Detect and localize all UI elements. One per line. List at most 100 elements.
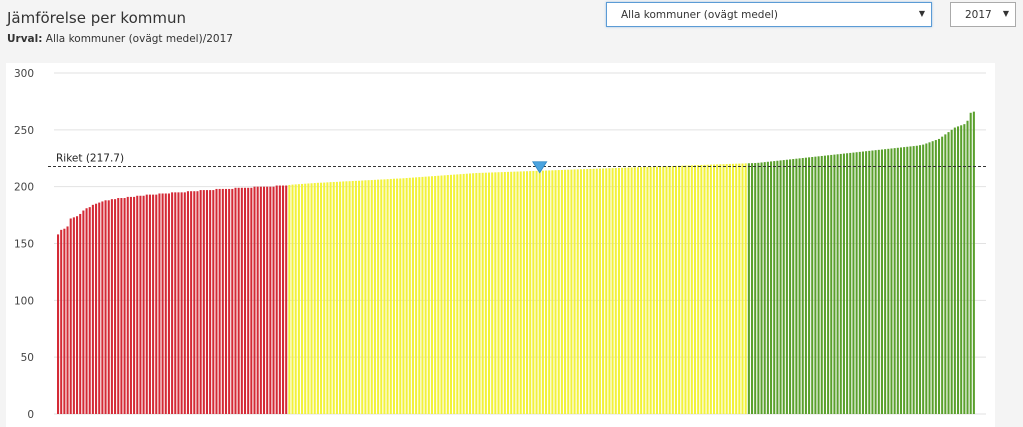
bar: [497, 172, 500, 414]
bar: [60, 229, 63, 414]
bar: [693, 165, 697, 414]
bar: [316, 182, 319, 414]
bar: [798, 158, 801, 414]
bar: [243, 187, 247, 414]
bar: [218, 188, 221, 414]
selection-label: Urval:: [7, 33, 43, 45]
bar: [621, 167, 624, 414]
bar: [611, 168, 614, 414]
bar: [262, 186, 266, 414]
bar: [205, 190, 209, 414]
bar: [510, 171, 513, 414]
bar: [858, 151, 861, 414]
bar: [545, 170, 548, 414]
bar: [931, 141, 934, 414]
bar: [614, 168, 617, 414]
bar: [313, 183, 316, 414]
bar: [158, 193, 161, 414]
bar: [842, 153, 845, 414]
bar: [453, 174, 456, 414]
bar: [773, 161, 776, 414]
bar: [912, 146, 915, 414]
bar: [516, 171, 519, 414]
bar: [139, 195, 142, 414]
municipality-select[interactable]: Alla kommuner (ovägt medel) ▼: [606, 2, 932, 27]
bar: [567, 169, 570, 414]
bar: [640, 167, 643, 414]
bar: [291, 184, 294, 414]
bar: [91, 204, 94, 414]
bar: [877, 149, 880, 414]
bar: [364, 180, 367, 414]
bar: [484, 172, 487, 414]
bar: [668, 166, 671, 414]
bar: [212, 190, 215, 414]
bar: [636, 167, 639, 414]
bar: [681, 165, 684, 414]
bar: [937, 138, 941, 414]
year-select[interactable]: 2017 ▼: [950, 2, 1016, 27]
bar: [348, 181, 351, 414]
bar: [161, 193, 164, 414]
bar: [728, 163, 731, 414]
bar: [823, 155, 826, 414]
bar: [288, 184, 291, 414]
bar: [678, 165, 681, 414]
bar: [963, 124, 966, 415]
bar: [789, 159, 792, 414]
bar: [690, 165, 693, 414]
bar: [674, 165, 678, 414]
bar: [183, 192, 186, 414]
bar: [548, 170, 551, 414]
bar: [424, 176, 427, 414]
bar: [487, 172, 491, 414]
bar: [345, 181, 348, 414]
bar: [228, 188, 231, 414]
bar: [155, 194, 158, 414]
bar: [361, 180, 364, 414]
bar: [554, 170, 557, 414]
bar: [478, 172, 481, 414]
bar: [148, 194, 151, 414]
bar: [820, 155, 823, 414]
bar: [792, 159, 795, 414]
bar: [899, 147, 903, 414]
bar: [532, 170, 535, 414]
bar: [282, 185, 285, 414]
bar: [114, 199, 117, 414]
bar: [136, 195, 139, 414]
bar: [171, 192, 174, 414]
bar: [541, 170, 544, 414]
bar: [703, 164, 706, 414]
bar: [123, 198, 126, 414]
bar: [411, 177, 414, 414]
bar: [906, 146, 909, 414]
bar: [630, 167, 633, 414]
bar: [405, 178, 408, 414]
bar: [202, 190, 205, 414]
bar: [763, 162, 766, 414]
bar: [294, 184, 297, 414]
bar: [193, 191, 196, 414]
bar: [915, 145, 918, 414]
bar: [418, 177, 421, 414]
bar: [579, 169, 582, 414]
bar: [329, 182, 332, 414]
bar: [443, 175, 446, 414]
bar: [811, 157, 814, 414]
bar: [830, 154, 833, 414]
bar: [956, 126, 960, 415]
bar: [785, 159, 788, 414]
bar: [386, 179, 389, 414]
bar: [72, 217, 75, 414]
bar: [741, 163, 744, 414]
bar: [285, 185, 288, 414]
bar: [893, 148, 896, 414]
bar: [827, 155, 830, 414]
bar: [766, 161, 769, 414]
bar: [354, 180, 357, 414]
bar: [297, 184, 300, 414]
bar: [320, 182, 323, 414]
bar: [269, 186, 272, 414]
bar: [215, 188, 218, 414]
